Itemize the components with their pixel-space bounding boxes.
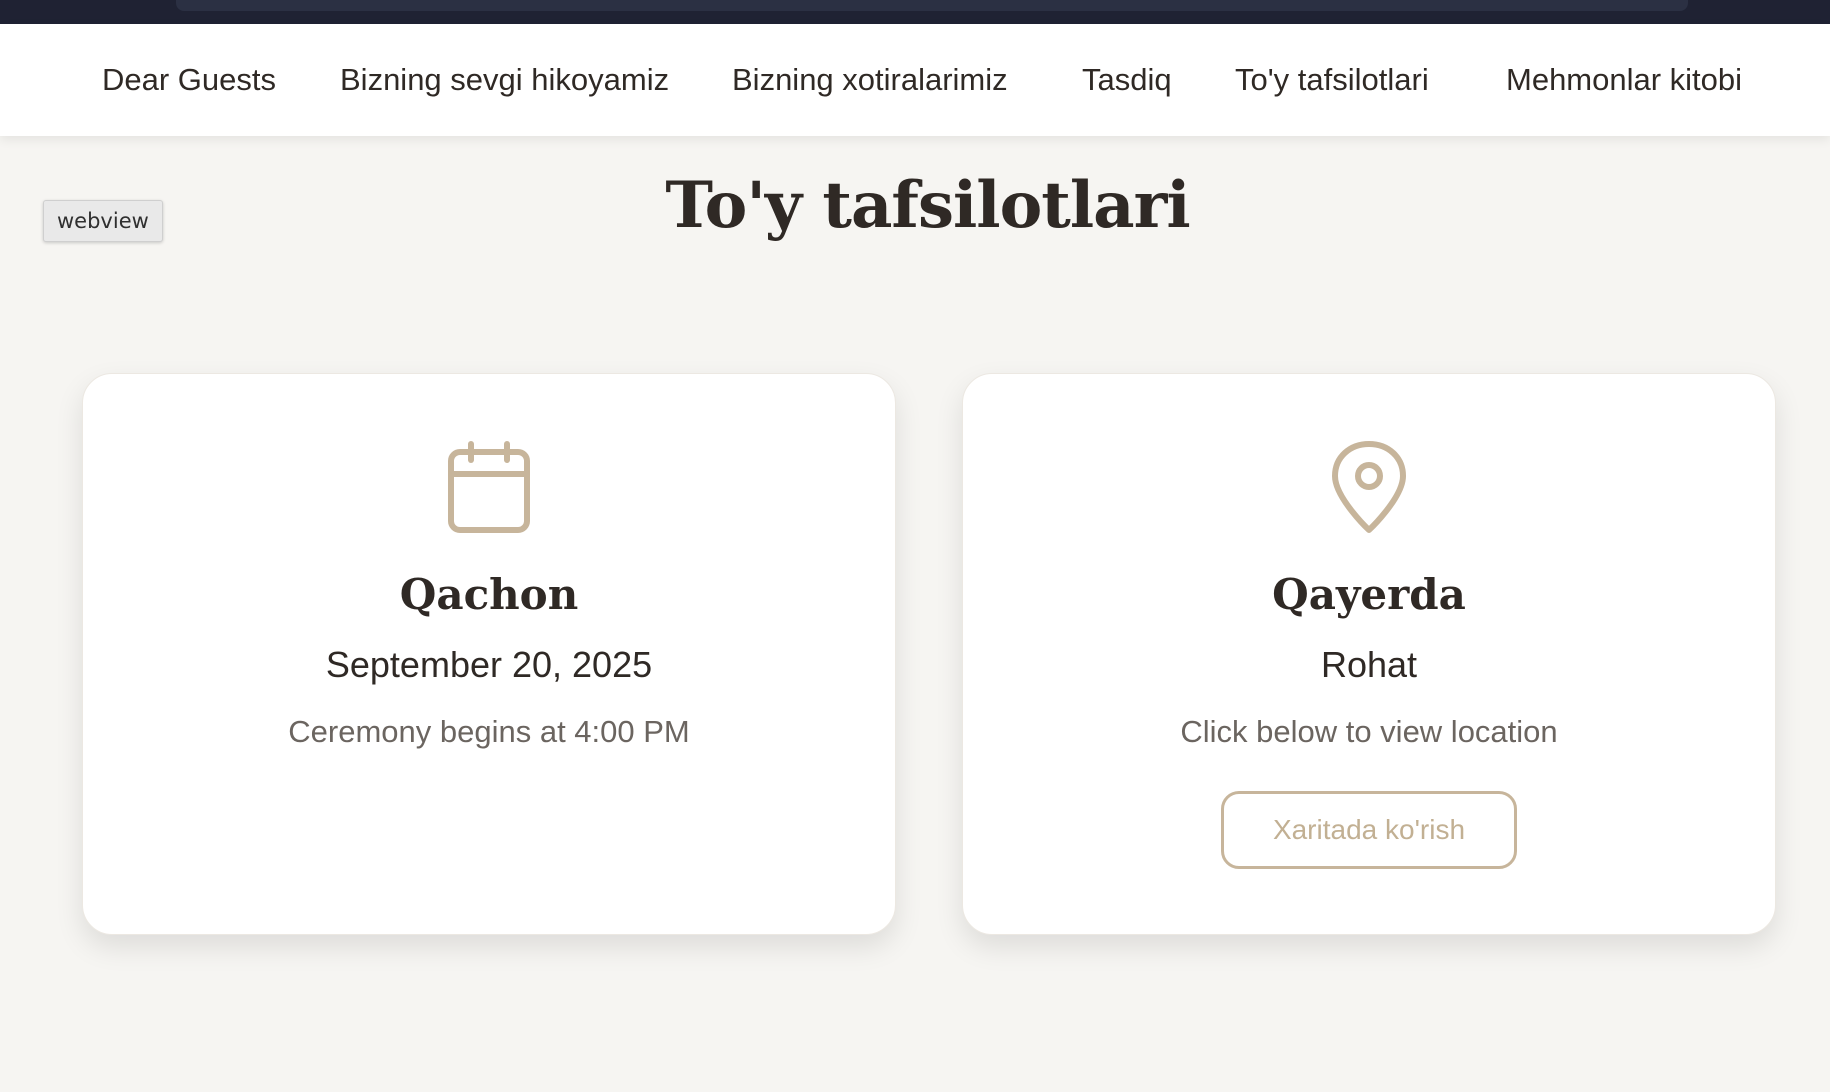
view-on-map-button[interactable]: Xaritada ko'rish bbox=[1221, 791, 1517, 869]
main-navigation: Dear Guests Bizning sevgi hikoyamiz Bizn… bbox=[0, 24, 1830, 136]
where-card: Qayerda Rohat Click below to view locati… bbox=[962, 373, 1776, 935]
ceremony-time: Ceremony begins at 4:00 PM bbox=[288, 714, 690, 749]
address-bar[interactable] bbox=[176, 0, 1688, 11]
where-title: Qayerda bbox=[1272, 570, 1466, 619]
location-pin-icon bbox=[1321, 440, 1417, 536]
browser-top-strip bbox=[0, 0, 1830, 24]
when-title: Qachon bbox=[399, 570, 579, 619]
venue-name: Rohat bbox=[1320, 644, 1418, 685]
wedding-date: September 20, 2025 bbox=[325, 644, 653, 685]
nav-item-rsvp[interactable]: Tasdiq bbox=[1082, 24, 1172, 136]
calendar-icon bbox=[441, 440, 537, 536]
nav-item-love-story[interactable]: Bizning sevgi hikoyamiz bbox=[340, 24, 669, 136]
nav-item-wedding-details[interactable]: To'y tafsilotlari bbox=[1235, 24, 1429, 136]
when-card: Qachon September 20, 2025 Ceremony begin… bbox=[82, 373, 896, 935]
location-hint: Click below to view location bbox=[1180, 714, 1558, 749]
nav-item-dear-guests[interactable]: Dear Guests bbox=[102, 24, 276, 136]
nav-item-guestbook[interactable]: Mehmonlar kitobi bbox=[1506, 24, 1742, 136]
nav-item-memories[interactable]: Bizning xotiralarimiz bbox=[732, 24, 1008, 136]
page-title: To'y tafsilotlari bbox=[665, 168, 1190, 243]
